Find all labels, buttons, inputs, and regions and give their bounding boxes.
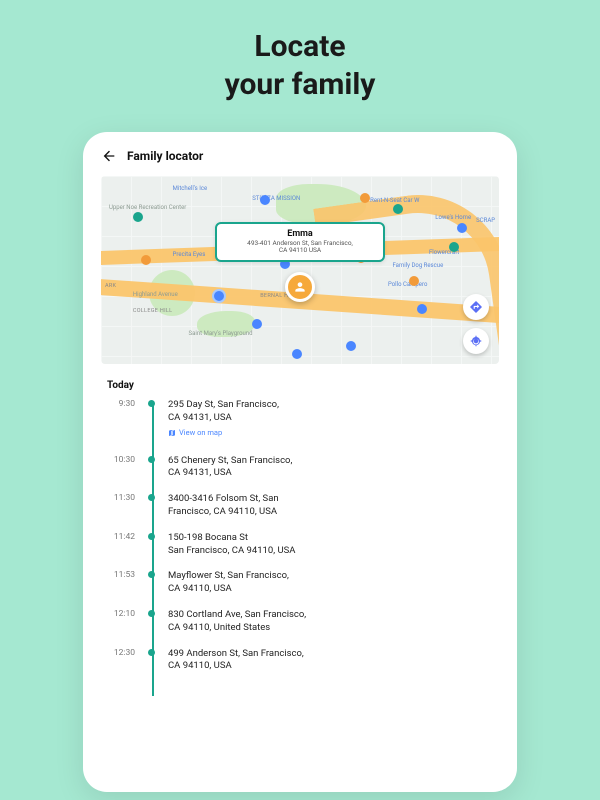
addr-line: San Francisco, CA 94110, USA bbox=[168, 545, 295, 558]
map-poi-label: Highland Avenue bbox=[133, 291, 178, 298]
addr-line: Mayflower St, San Francisco, bbox=[168, 570, 289, 583]
timeline-dot-icon bbox=[148, 494, 155, 501]
map-poi-label: Precita Eyes bbox=[173, 251, 206, 258]
timeline-address: 3400-3416 Folsom St, San Francisco, CA 9… bbox=[168, 493, 279, 519]
map-poi-label: Family Dog Rescue bbox=[392, 262, 443, 269]
timeline-dot-icon bbox=[148, 571, 155, 578]
timeline-time: 11:53 bbox=[107, 570, 135, 580]
addr-line: 150-198 Bocana St bbox=[168, 532, 295, 545]
view-on-map-link[interactable]: View on map bbox=[168, 428, 222, 438]
addr-line: CA 94131, USA bbox=[168, 467, 292, 480]
callout-addr-line: CA 94110 USA bbox=[227, 247, 373, 254]
timeline-time: 11:30 bbox=[107, 493, 135, 503]
person-pin-icon[interactable] bbox=[285, 272, 315, 302]
addr-line: CA 94110, USA bbox=[168, 583, 289, 596]
map-poi-label: Saint Mary's Playground bbox=[189, 330, 253, 337]
timeline-dot-icon bbox=[148, 649, 155, 656]
addr-line: 499 Anderson St, San Francisco, bbox=[168, 648, 304, 661]
timeline-item[interactable]: 12:30 499 Anderson St, San Francisco, CA… bbox=[107, 648, 493, 674]
map-area-label: ARK bbox=[105, 283, 116, 289]
promo-title: Locate your family bbox=[0, 28, 600, 103]
timeline-item[interactable]: 10:30 65 Chenery St, San Francisco, CA 9… bbox=[107, 455, 493, 481]
map-fab-stack bbox=[463, 294, 489, 354]
directions-button[interactable] bbox=[463, 294, 489, 320]
timeline-item[interactable]: 11:42 150-198 Bocana St San Francisco, C… bbox=[107, 532, 493, 558]
recenter-button[interactable] bbox=[463, 328, 489, 354]
back-arrow-icon[interactable] bbox=[101, 148, 117, 164]
timeline-item[interactable]: 11:53 Mayflower St, San Francisco, CA 94… bbox=[107, 570, 493, 596]
map-poi-label: Rent-N-Seat Car W bbox=[370, 197, 419, 204]
timeline-section-title: Today bbox=[83, 364, 517, 399]
map-poi-label: SCRAP bbox=[476, 217, 495, 224]
map-poi-label: Pollo Campero bbox=[388, 281, 427, 288]
map-callout[interactable]: Emma 493-401 Anderson St, San Francisco,… bbox=[215, 222, 385, 262]
map-pin-icon bbox=[449, 242, 459, 252]
timeline-item[interactable]: 12:10 830 Cortland Ave, San Francisco, C… bbox=[107, 609, 493, 635]
timeline-dot-icon bbox=[148, 533, 155, 540]
timeline-time: 10:30 bbox=[107, 455, 135, 465]
map-poi-label: Upper Noe Recreation Center bbox=[109, 204, 186, 211]
page-title: Family locator bbox=[127, 149, 203, 163]
addr-line: Francisco, CA 94110, USA bbox=[168, 506, 279, 519]
map-poi-label: Lowe's Home bbox=[435, 214, 471, 221]
timeline-dot-icon bbox=[148, 456, 155, 463]
app-header: Family locator bbox=[83, 148, 517, 176]
map-pin-icon bbox=[260, 195, 270, 205]
timeline-dot-icon bbox=[148, 610, 155, 617]
timeline-item[interactable]: 9:30 295 Day St, San Francisco, CA 94131… bbox=[107, 399, 493, 442]
addr-line: 65 Chenery St, San Francisco, bbox=[168, 455, 292, 468]
map-poi-label: Mitchell's Ice bbox=[173, 185, 208, 192]
map-pin-icon bbox=[360, 193, 370, 203]
timeline-list: 9:30 295 Day St, San Francisco, CA 94131… bbox=[83, 399, 517, 696]
map-pin-icon bbox=[141, 255, 151, 265]
map-area-label: COLLEGE HILL bbox=[133, 308, 173, 314]
map-pin-icon bbox=[133, 212, 143, 222]
callout-name: Emma bbox=[227, 229, 373, 239]
map-pin-icon bbox=[292, 349, 302, 359]
addr-line: CA 94131, USA bbox=[168, 412, 279, 425]
addr-line: CA 94110, USA bbox=[168, 660, 304, 673]
timeline-item[interactable]: 11:30 3400-3416 Folsom St, San Francisco… bbox=[107, 493, 493, 519]
addr-line: 295 Day St, San Francisco, bbox=[168, 399, 279, 412]
promo-line2: your family bbox=[0, 66, 600, 104]
timeline-time: 9:30 bbox=[107, 399, 135, 409]
timeline-address: 65 Chenery St, San Francisco, CA 94131, … bbox=[168, 455, 292, 481]
addr-line: CA 94110, United States bbox=[168, 622, 306, 635]
promo-line1: Locate bbox=[0, 28, 600, 66]
timeline-address: 150-198 Bocana St San Francisco, CA 9411… bbox=[168, 532, 295, 558]
timeline-address: 499 Anderson St, San Francisco, CA 94110… bbox=[168, 648, 304, 674]
timeline-time: 11:42 bbox=[107, 532, 135, 542]
view-on-map-label: View on map bbox=[179, 428, 222, 438]
timeline-address: 295 Day St, San Francisco, CA 94131, USA… bbox=[168, 399, 279, 442]
addr-line: 830 Cortland Ave, San Francisco, bbox=[168, 609, 306, 622]
timeline-dot-icon bbox=[148, 400, 155, 407]
addr-line: 3400-3416 Folsom St, San bbox=[168, 493, 279, 506]
map-view[interactable]: BERNAL HEIGHTS COLLEGE HILL ARK Highland… bbox=[101, 176, 499, 364]
callout-address: 493-401 Anderson St, San Francisco, CA 9… bbox=[227, 240, 373, 255]
timeline-time: 12:30 bbox=[107, 648, 135, 658]
timeline-address: Mayflower St, San Francisco, CA 94110, U… bbox=[168, 570, 289, 596]
timeline-time: 12:10 bbox=[107, 609, 135, 619]
timeline-address: 830 Cortland Ave, San Francisco, CA 9411… bbox=[168, 609, 306, 635]
device-frame: Family locator BERNAL HEIGHTS COLLEGE HI… bbox=[83, 132, 517, 792]
